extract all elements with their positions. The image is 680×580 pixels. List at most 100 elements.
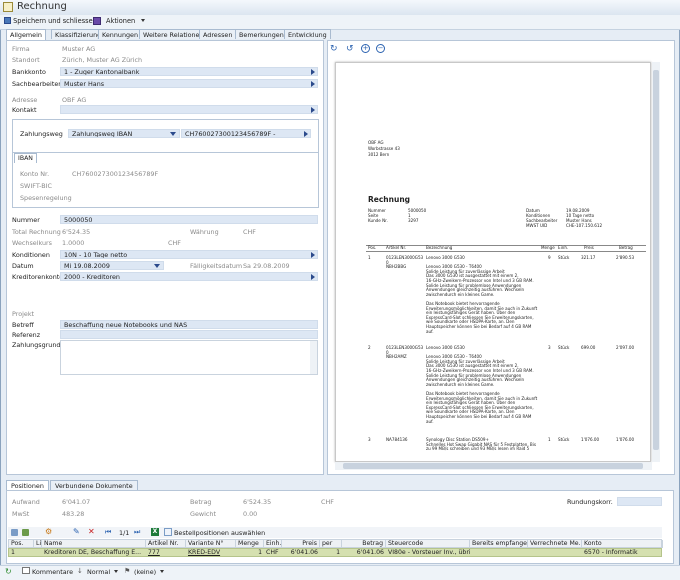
preview-horizontal-scrollbar[interactable] [335, 462, 652, 470]
flag-select[interactable]: (keine) [134, 568, 156, 576]
chevron-down-icon[interactable] [160, 570, 164, 573]
doc-column-header: Preis [584, 245, 594, 250]
doc-item-unit: Stück [558, 437, 570, 442]
doc-item-amount: 2'890.53 [616, 255, 635, 260]
refresh-icon[interactable]: ↻ [5, 567, 12, 576]
grid-column-header[interactable]: Bereits empfangen [470, 540, 528, 548]
chevron-right-icon[interactable] [311, 274, 315, 280]
kontakt-field[interactable] [60, 105, 318, 114]
betrag-label: Betrag [190, 498, 212, 506]
rotate-left-icon[interactable]: ↺ [346, 45, 354, 54]
tab-iban[interactable]: IBAN [14, 153, 37, 163]
tab-verbundene-dokumente[interactable]: Verbundene Dokumente [50, 480, 138, 490]
order-positions-icon [164, 528, 172, 536]
chevron-right-icon[interactable] [311, 252, 315, 258]
grid-column-header[interactable]: Steuercode [386, 540, 470, 548]
doc-column-header: Einh. [558, 245, 569, 250]
faelligkeit-label: Fälligkeitsdatum [190, 262, 243, 270]
doc-item-desc: Lenovo 3000 G530 [426, 255, 465, 260]
doc-column-header: Betrag [619, 245, 633, 250]
scroll-thumb[interactable] [653, 70, 659, 450]
tab-adressen[interactable]: Adressen [199, 29, 237, 39]
nummer-label: Nummer [12, 216, 40, 224]
title-bar [0, 0, 680, 15]
disk-icon[interactable] [93, 17, 101, 25]
rundung-field[interactable] [617, 497, 662, 506]
comments-button[interactable]: Kommentare [32, 568, 73, 576]
mwst-label: MwSt [12, 510, 30, 518]
betreff-field[interactable]: Beschaffung neue Notebooks und NAS [60, 320, 318, 329]
doc-item-amount: 2'097.00 [616, 345, 635, 350]
save-close-button[interactable]: Speichern und schliessen [4, 16, 97, 27]
chevron-down-icon[interactable] [114, 570, 118, 573]
konditionen-field[interactable]: 10N - 10 Tage netto [60, 250, 318, 259]
grid-column-header[interactable]: per [320, 540, 342, 548]
doc-item-unit: Stück [558, 345, 570, 350]
datum-picker[interactable]: Mi 19.08.2009 [60, 261, 164, 270]
tab-positionen[interactable]: Positionen [6, 480, 49, 490]
scroll-thumb[interactable] [343, 463, 643, 469]
zahlungsweg-konto-field[interactable]: CH760027300123456789F - [181, 129, 311, 138]
tab-entwicklung[interactable]: Entwicklung [284, 29, 331, 39]
grid-column-header[interactable]: Einh. [264, 540, 282, 548]
projekt-label: Projekt [12, 310, 35, 318]
wechselkurs-unit: CHF [168, 239, 181, 247]
doc-rule [366, 245, 646, 246]
grid-column-header[interactable]: Pos. [9, 540, 34, 548]
konditionen-value: 10N - 10 Tage netto [64, 251, 128, 259]
textarea-scrollbar[interactable] [310, 341, 317, 374]
chevron-right-icon[interactable] [311, 81, 315, 87]
grid-column-header[interactable]: Li [34, 540, 42, 548]
chevron-right-icon[interactable] [304, 131, 308, 137]
grid-column-header[interactable]: Preis [282, 540, 320, 548]
last-page-icon[interactable]: ⏭ [134, 528, 140, 536]
grid-column-header[interactable]: Konto [582, 540, 663, 548]
grid-column-header[interactable]: Betrag [342, 540, 386, 548]
bankkonto-field[interactable]: 1 - Zuger Kantonalbank [60, 67, 318, 76]
grid-cell: 1 [336, 549, 340, 556]
tab-bemerkungen[interactable]: Bemerkungen [235, 29, 288, 39]
grid-column-header[interactable]: Menge [236, 540, 264, 548]
grid-tool-icon[interactable] [22, 529, 29, 536]
chevron-down-icon[interactable] [154, 264, 160, 268]
rotate-right-icon[interactable]: ↻ [330, 45, 338, 54]
save-icon [4, 17, 11, 24]
grid-column-header[interactable]: Name [42, 540, 146, 548]
gear-icon[interactable]: ⚙ [45, 528, 53, 536]
first-page-icon[interactable]: ⏮ [105, 528, 111, 536]
bankkonto-label: Bankkonto [12, 68, 46, 76]
nummer-field[interactable]: 5000050 [60, 215, 318, 224]
edit-icon[interactable]: ✎ [73, 528, 80, 536]
grid-column-header[interactable]: Variante N° [186, 540, 236, 548]
referenz-field[interactable] [60, 330, 318, 339]
kreditorenkonto-field[interactable]: 2000 - Kreditoren [60, 272, 318, 281]
tab-allgemein[interactable]: Allgemein [6, 29, 46, 40]
actions-label: Aktionen [106, 17, 136, 25]
table-row[interactable]: 1 Kreditoren DE, Beschaffung E... 777 KRED-… [8, 548, 662, 557]
actions-menu[interactable]: Aktionen [106, 16, 146, 27]
doc-item-article: NA784136 [386, 437, 408, 442]
chevron-right-icon[interactable] [311, 107, 315, 113]
zahlungsgrund-textarea[interactable] [60, 340, 318, 375]
zoom-out-icon[interactable]: − [376, 44, 385, 53]
preview-vertical-scrollbar[interactable] [652, 62, 660, 462]
rundung-label: Rundungskorr. [567, 498, 613, 506]
grid-column-header[interactable]: Verrechnete Me... [528, 540, 582, 548]
order-positions-button[interactable]: Bestellpositionen auswählen [174, 529, 265, 537]
doc-item-article: NBH2AMZ [386, 354, 407, 360]
chevron-right-icon[interactable] [311, 69, 315, 75]
zoom-in-icon[interactable]: + [361, 44, 370, 53]
doc-column-header: Pos. [368, 245, 377, 250]
chevron-down-icon[interactable] [170, 132, 176, 136]
delete-icon[interactable]: ✕ [88, 528, 95, 536]
priority-select[interactable]: Normal [87, 568, 110, 576]
grid-column-header[interactable]: Artikel Nr. [146, 540, 186, 548]
tab-kennungen[interactable]: Kennungen [98, 29, 143, 39]
excel-icon[interactable]: X [151, 528, 159, 536]
sachbearbeiter-field[interactable]: Muster Hans [60, 79, 318, 88]
tab-weitere-relationen[interactable]: Weitere Relationen [139, 29, 208, 39]
firma-label: Firma [12, 45, 30, 53]
grid-tool-icon[interactable] [11, 529, 18, 536]
nummer-value: 5000050 [64, 216, 93, 224]
zahlungsweg-select[interactable]: Zahlungsweg IBAN [68, 129, 180, 138]
